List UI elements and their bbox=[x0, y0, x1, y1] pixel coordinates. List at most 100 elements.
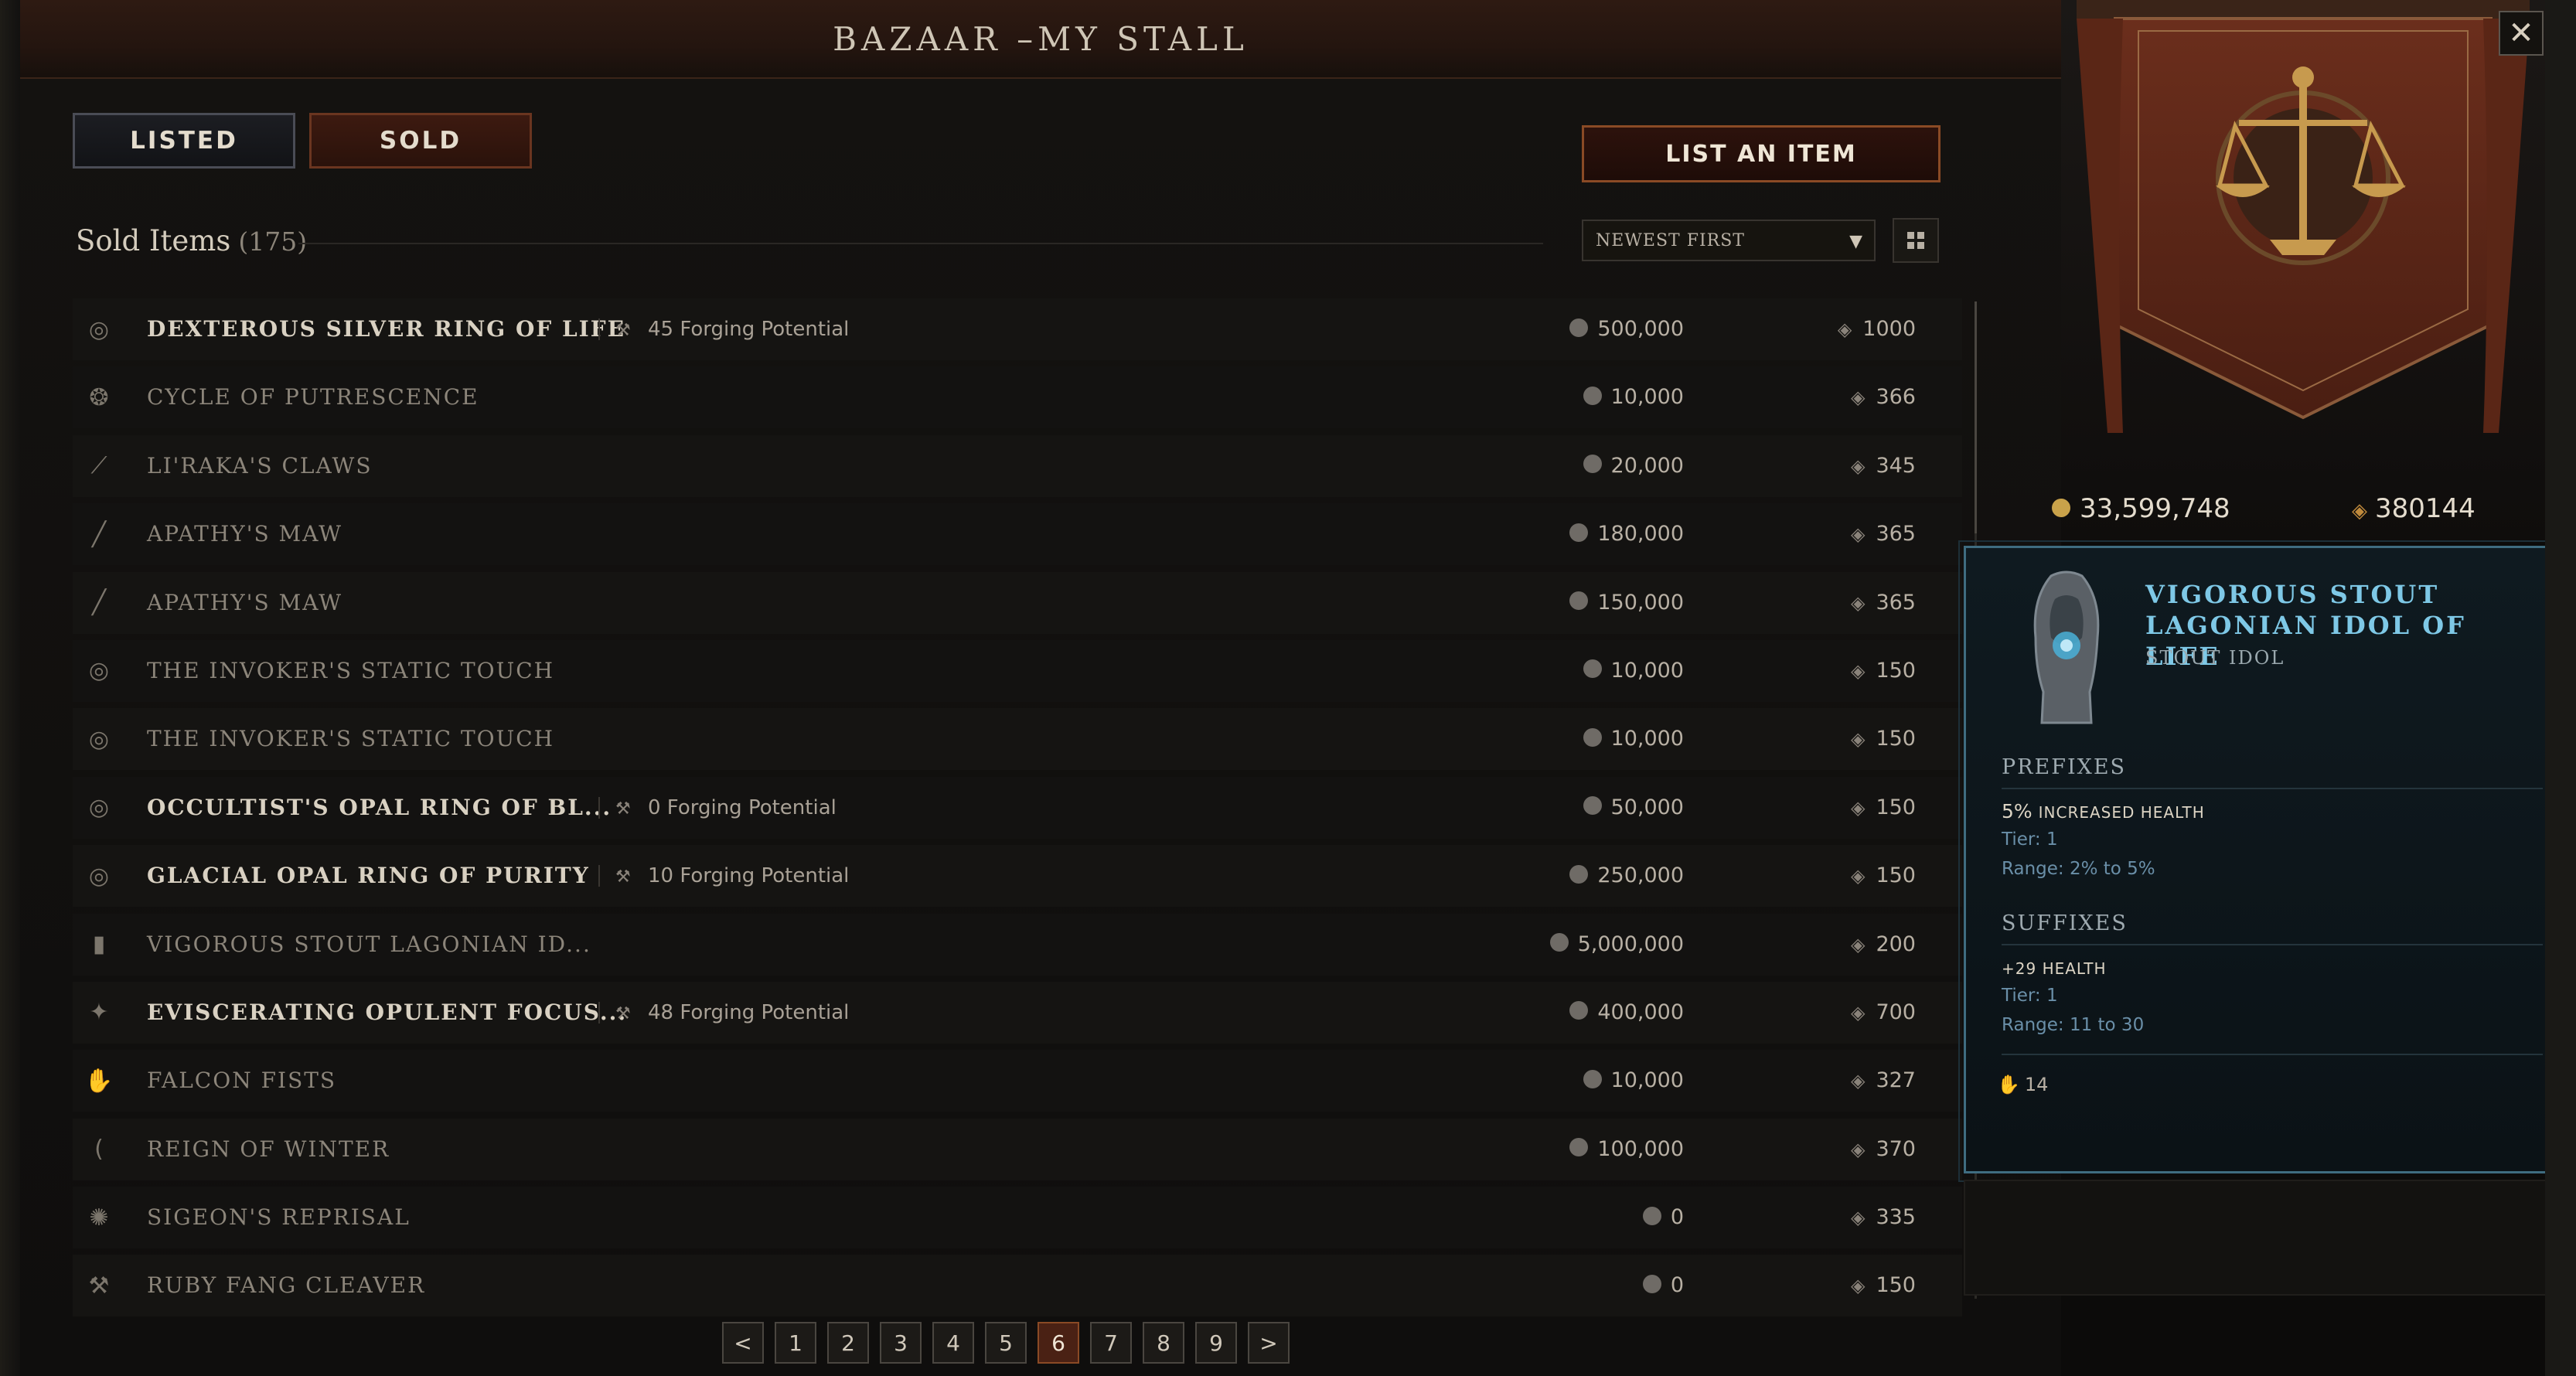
gold-coin-icon bbox=[1583, 659, 1602, 679]
tab-sold[interactable]: SOLD bbox=[309, 113, 532, 169]
sold-item-row[interactable]: ✺ SIGEON'S REPRISAL 0 ◈ 335 bbox=[73, 1187, 1962, 1249]
scrollbar-thumb[interactable] bbox=[1975, 301, 1994, 533]
favor-value: 365 bbox=[1876, 590, 1916, 615]
favor-icon: ◈ bbox=[1850, 659, 1866, 682]
price-value: 500,000 bbox=[1597, 317, 1684, 341]
tab-listed[interactable]: LISTED bbox=[73, 113, 295, 169]
page-button[interactable]: 8 bbox=[1143, 1322, 1184, 1364]
sale-price: 10,000 bbox=[1583, 1050, 1684, 1112]
sold-item-row[interactable]: (REIGN OF WINTER 100,000 ◈ 370 bbox=[73, 1118, 1962, 1180]
forging-potential: ⚒ 48 Forging Potential bbox=[615, 982, 849, 1044]
sold-item-row[interactable]: ◎ OCCULTIST'S OPAL RING OF BL... ⚒ 0 Forgin… bbox=[73, 776, 1962, 839]
page-button[interactable]: 2 bbox=[827, 1322, 869, 1364]
suffix-affix: +29 HEALTH bbox=[2002, 956, 2107, 979]
page-next-button[interactable]: > bbox=[1248, 1322, 1290, 1364]
item-name: RUBY FANG CLEAVER bbox=[147, 1272, 426, 1299]
staff-icon: ╱ bbox=[91, 520, 107, 548]
sold-items-heading: Sold Items (175) bbox=[76, 224, 307, 257]
page-button[interactable]: 4 bbox=[932, 1322, 974, 1364]
favor-value: 370 bbox=[1876, 1136, 1916, 1161]
favor-value: 1000 bbox=[1862, 317, 1916, 341]
gold-coin-icon bbox=[2052, 498, 2070, 517]
sold-item-row[interactable]: ◎ GLACIAL OPAL RING OF PURITY ⚒ 10 Forging … bbox=[73, 845, 1962, 908]
page-button[interactable]: 9 bbox=[1195, 1322, 1237, 1364]
page-button[interactable]: 3 bbox=[880, 1322, 922, 1364]
sold-item-row[interactable]: ╱ APATHY'S MAW 180,000 ◈ 365 bbox=[73, 503, 1962, 566]
list-an-item-button[interactable]: LIST AN ITEM bbox=[1582, 125, 1941, 182]
sold-items-count: (175) bbox=[238, 226, 308, 257]
axe-icon: ⚒ bbox=[88, 1272, 110, 1299]
scales-banner-icon bbox=[2077, 0, 2530, 433]
page-button[interactable]: 5 bbox=[985, 1322, 1027, 1364]
favor-cost: ◈ 1000 bbox=[1838, 298, 1916, 360]
close-button[interactable]: ✕ bbox=[2499, 11, 2544, 56]
sold-item-row[interactable]: ⚒ RUBY FANG CLEAVER 0 ◈ 150 bbox=[73, 1255, 1962, 1317]
sold-items-list: ◎ DEXTEROUS SILVER RING OF LIFE ⚒ 45 Forgin… bbox=[73, 298, 1962, 1323]
legendary-potential-icon: ✋ bbox=[1997, 1074, 2020, 1095]
favor-value: 150 bbox=[1876, 658, 1916, 683]
item-name: APATHY'S MAW bbox=[147, 589, 343, 615]
gold-balance: 33,599,748 bbox=[2052, 493, 2230, 524]
sale-price: 500,000 bbox=[1569, 298, 1684, 360]
price-value: 10,000 bbox=[1610, 658, 1684, 683]
forging-potential-text: 45 Forging Potential bbox=[648, 318, 850, 341]
sold-item-row[interactable]: ✋ FALCON FISTS 10,000 ◈ 327 bbox=[73, 1050, 1962, 1112]
suffixes-heading: SUFFIXES bbox=[2002, 911, 2128, 935]
favor-cost: ◈ 327 bbox=[1851, 1050, 1916, 1112]
shield-icon: ✺ bbox=[89, 1204, 109, 1231]
sale-price: 400,000 bbox=[1569, 982, 1684, 1044]
sold-item-row[interactable]: ◎ DEXTEROUS SILVER RING OF LIFE ⚒ 45 Forgin… bbox=[73, 298, 1962, 360]
sold-item-row[interactable]: ╱ APATHY'S MAW 150,000 ◈ 365 bbox=[73, 571, 1962, 634]
favor-cost: ◈ 365 bbox=[1851, 572, 1916, 634]
divider bbox=[298, 243, 1543, 244]
favor-value: 335 bbox=[1876, 1205, 1916, 1230]
sold-item-row[interactable]: ⟋ LI'RAKA'S CLAWS 20,000 ◈ 345 bbox=[73, 434, 1962, 497]
anvil-icon: ⚒ bbox=[615, 321, 631, 340]
prefix-affix: 5% INCREASED HEALTH bbox=[2002, 800, 2205, 823]
favor-value: 150 bbox=[1876, 795, 1916, 819]
page-prev-button[interactable]: < bbox=[722, 1322, 764, 1364]
prefixes-heading: PREFIXES bbox=[2002, 755, 2127, 779]
item-name: LI'RAKA'S CLAWS bbox=[147, 452, 373, 479]
gold-coin-icon bbox=[1569, 523, 1589, 542]
background-left bbox=[0, 0, 20, 1376]
gold-coin-icon bbox=[1569, 591, 1589, 611]
item-name: OCCULTIST'S OPAL RING OF BL... bbox=[147, 794, 612, 820]
prefix-value: 5% bbox=[2002, 800, 2033, 823]
forging-potential-text: 48 Forging Potential bbox=[648, 1000, 850, 1024]
grid-view-button[interactable] bbox=[1893, 218, 1939, 263]
prefix-tier: Tier: 1 bbox=[2002, 829, 2058, 850]
favor-icon: ◈ bbox=[1850, 865, 1866, 887]
amulet-icon: ❂ bbox=[89, 383, 109, 411]
page-button[interactable]: 1 bbox=[775, 1322, 816, 1364]
close-icon: ✕ bbox=[2508, 15, 2534, 51]
page-button[interactable]: 6 bbox=[1038, 1322, 1079, 1364]
legendary-potential-value: 14 bbox=[2024, 1074, 2049, 1095]
page-button[interactable]: 7 bbox=[1090, 1322, 1132, 1364]
sold-item-row[interactable]: ◎ THE INVOKER'S STATIC TOUCH 10,000 ◈ 150 bbox=[73, 708, 1962, 771]
sold-item-row[interactable]: ❂ CYCLE OF PUTRESCENCE 10,000 ◈ 366 bbox=[73, 366, 1962, 429]
price-value: 180,000 bbox=[1597, 522, 1684, 547]
item-name: SIGEON'S REPRISAL bbox=[147, 1204, 411, 1231]
favor-icon: ◈ bbox=[1850, 387, 1866, 409]
prefix-text: INCREASED HEALTH bbox=[2038, 803, 2205, 822]
favor-cost: ◈ 366 bbox=[1851, 366, 1916, 428]
gold-coin-icon bbox=[1583, 386, 1602, 405]
forging-potential-text: 0 Forging Potential bbox=[648, 795, 837, 819]
favor-cost: ◈ 700 bbox=[1851, 982, 1916, 1044]
sort-dropdown[interactable]: NEWEST FIRST ▼ bbox=[1582, 220, 1876, 261]
window-title: BAZAAR –MY STALL bbox=[833, 20, 1249, 58]
favor-icon: ◈ bbox=[1850, 1001, 1866, 1023]
sale-price: 50,000 bbox=[1583, 777, 1684, 839]
item-name: VIGOROUS STOUT LAGONIAN ID... bbox=[147, 931, 591, 957]
sold-item-row[interactable]: ◎ THE INVOKER'S STATIC TOUCH 10,000 ◈ 150 bbox=[73, 639, 1962, 702]
item-name: GLACIAL OPAL RING OF PURITY bbox=[147, 863, 590, 889]
sold-item-row[interactable]: ▮ VIGOROUS STOUT LAGONIAN ID... 5,000,000 ◈… bbox=[73, 913, 1962, 976]
sold-item-row[interactable]: ✦ EVISCERATING OPULENT FOCUS... ⚒ 48 Forgin… bbox=[73, 981, 1962, 1044]
favor-value: 345 bbox=[1876, 453, 1916, 478]
favor-icon: ◈ bbox=[1850, 728, 1866, 751]
favor-cost: ◈ 335 bbox=[1851, 1187, 1916, 1248]
gold-coin-icon bbox=[1569, 1001, 1589, 1020]
anvil-icon: ⚒ bbox=[615, 799, 631, 819]
gold-amount: 33,599,748 bbox=[2080, 493, 2230, 524]
